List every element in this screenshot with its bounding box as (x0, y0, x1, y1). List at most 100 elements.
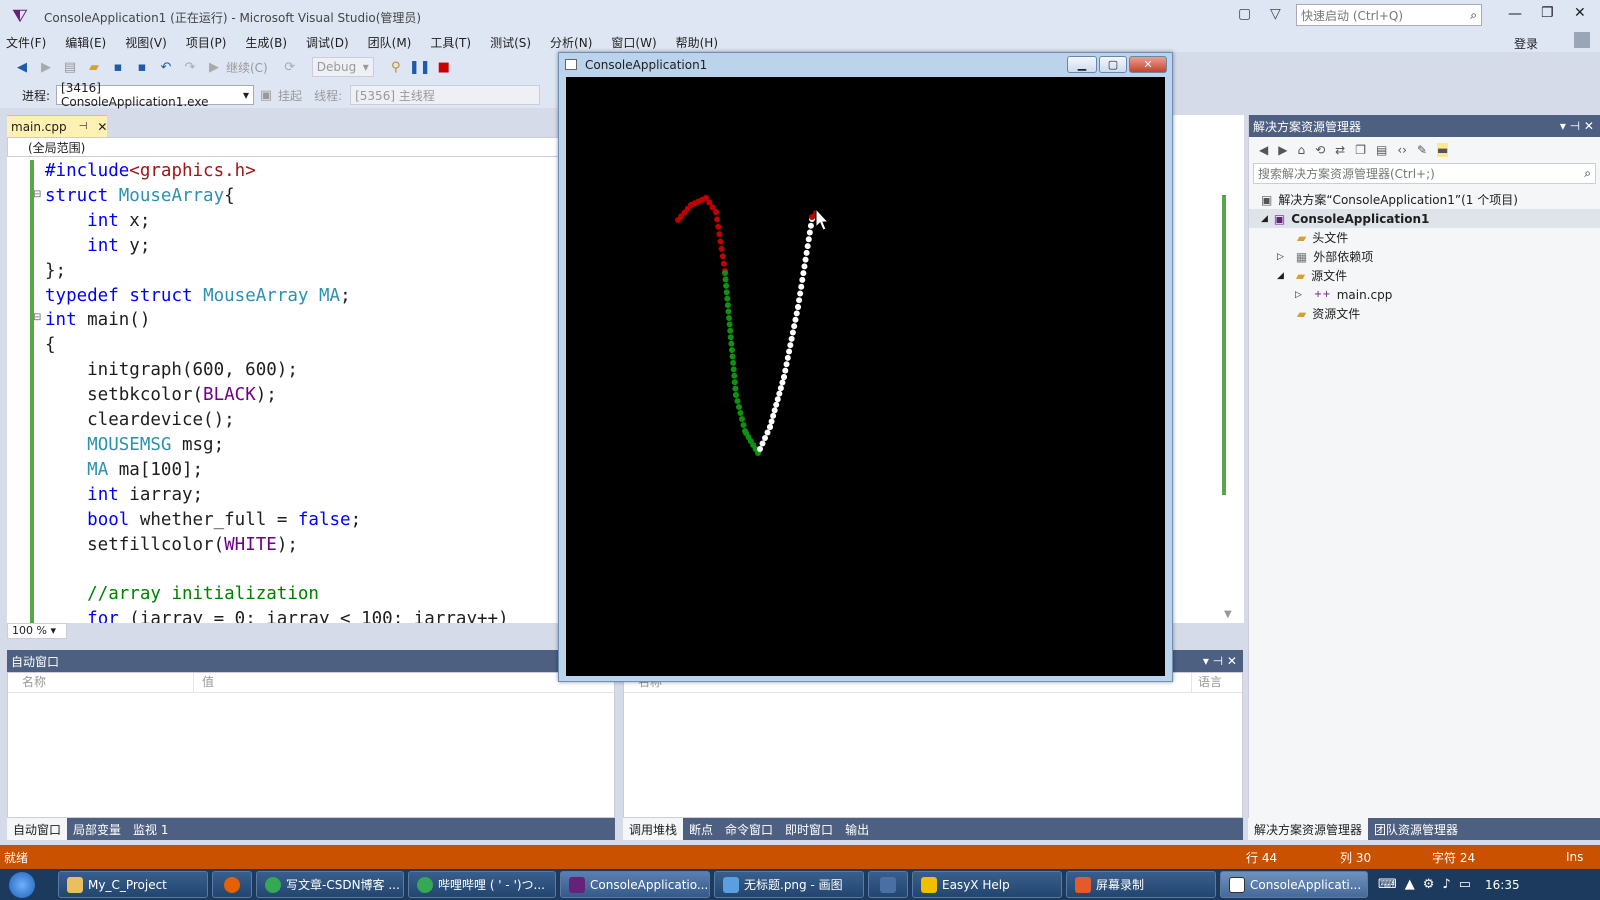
tab-immediate[interactable]: 即时窗口 (779, 821, 839, 838)
graphics-canvas[interactable] (566, 77, 1165, 676)
back-icon[interactable]: ◀ (14, 59, 30, 75)
config-select[interactable]: Debug ▾ (311, 57, 374, 77)
tab-autos[interactable]: 自动窗口 (7, 818, 68, 840)
collapse-main-icon[interactable]: ⊟ (33, 312, 41, 323)
col-value[interactable]: 值 (194, 673, 614, 692)
suspend-button[interactable]: 挂起 (278, 87, 302, 104)
notification-icon[interactable]: ▢ (1238, 6, 1251, 22)
user-avatar-icon[interactable] (1574, 32, 1590, 48)
menu-window[interactable]: 窗口(W) (611, 34, 656, 51)
redo-icon[interactable]: ↷ (182, 59, 198, 75)
code-editor[interactable]: #include<graphics.h> struct MouseArray{ … (7, 157, 560, 623)
popup-close-button[interactable]: ✕ (1129, 56, 1167, 73)
stop-icon[interactable]: ■ (436, 59, 452, 75)
solution-search-input[interactable]: 搜索解决方案资源管理器(Ctrl+;) ⌕ (1253, 163, 1596, 184)
menu-test[interactable]: 测试(S) (490, 34, 531, 51)
panel-controls-icon[interactable]: ▾ ⊣ ✕ (1560, 119, 1594, 133)
panel-controls-icon[interactable]: ▾ ⊣ ✕ (1203, 654, 1237, 668)
restore-button[interactable]: ❐ (1541, 5, 1554, 21)
play-icon[interactable]: ▶ (206, 59, 222, 75)
show-all-icon[interactable]: ▤ (1376, 143, 1387, 157)
undo-icon[interactable]: ↶ (158, 59, 174, 75)
forward-icon[interactable]: ▶ (1278, 143, 1287, 157)
filter-icon[interactable]: ▽ (1270, 6, 1281, 22)
zoom-select[interactable]: 100 % ▾ (7, 623, 67, 639)
menu-team[interactable]: 团队(M) (368, 34, 412, 51)
expand-icon[interactable]: ◢ (1261, 214, 1268, 224)
tree-resource-files[interactable]: ▰ 资源文件 (1249, 304, 1600, 323)
scroll-down-icon[interactable]: ▼ (1224, 609, 1232, 620)
tab-watch1[interactable]: 监视 1 (127, 821, 174, 838)
sync-icon[interactable]: ⟲ (1315, 143, 1325, 157)
tab-solution-explorer[interactable]: 解决方案资源管理器 (1248, 818, 1369, 840)
refresh-icon[interactable]: ⟳ (282, 59, 298, 75)
save-icon[interactable]: ▪ (110, 59, 126, 75)
menu-edit[interactable]: 编辑(E) (65, 34, 106, 51)
tab-main-cpp[interactable]: main.cpp ⊣ ✕ (7, 115, 107, 137)
col-lang[interactable]: 语言 (1190, 673, 1242, 692)
col-name[interactable]: 名称 (8, 673, 194, 692)
new-project-icon[interactable]: ▤ (62, 59, 78, 75)
refresh-icon[interactable]: ⇄ (1335, 143, 1345, 157)
task-paint[interactable]: 无标题.png - 画图 (714, 871, 864, 898)
thread-select[interactable]: [5356] 主线程 (350, 85, 541, 105)
task-screen-record[interactable]: 屏幕录制 (1066, 871, 1216, 898)
task-console-app[interactable]: ConsoleApplicati... (1220, 871, 1368, 898)
tab-close-icon[interactable]: ✕ (97, 120, 107, 134)
suspend-icon[interactable]: ▣ (258, 87, 274, 103)
pause-icon[interactable]: ❚❚ (409, 59, 431, 75)
menu-analyze[interactable]: 分析(N) (550, 34, 592, 51)
task-chrome-bilibili[interactable]: 哔哩哔哩 ( ' - ')つ... (408, 871, 556, 898)
collapse-all-icon[interactable]: ❐ (1355, 143, 1366, 157)
expand-icon[interactable]: ◢ (1277, 271, 1284, 281)
forward-icon[interactable]: ▶ (38, 59, 54, 75)
task-easyx-help[interactable]: EasyX Help (912, 871, 1062, 898)
tab-output[interactable]: 输出 (839, 821, 875, 838)
tray-icons[interactable]: ⌨▲⚙♪▭ (1378, 877, 1479, 892)
popup-minimize-button[interactable]: ▁ (1067, 56, 1097, 73)
tab-team-explorer[interactable]: 团队资源管理器 (1368, 821, 1464, 838)
scope-select[interactable]: (全局范围) (7, 137, 560, 157)
tree-source-files[interactable]: ◢ ▰ 源文件 (1249, 266, 1600, 285)
task-visual-studio[interactable]: ConsoleApplicatio... (560, 871, 710, 898)
save-all-icon[interactable]: ▪ (134, 59, 150, 75)
tree-solution[interactable]: ▣ 解决方案“ConsoleApplication1”(1 个项目) (1249, 190, 1600, 209)
open-folder-icon[interactable]: ▰ (86, 59, 102, 75)
continue-button[interactable]: 继续(C) (226, 59, 268, 76)
tab-callstack[interactable]: 调用堆栈 (623, 818, 684, 840)
tree-project[interactable]: ◢ ▣ ConsoleApplication1 (1249, 209, 1600, 228)
collapse-struct-icon[interactable]: ⊟ (33, 189, 41, 200)
tab-locals[interactable]: 局部变量 (67, 821, 127, 838)
tab-breakpoints[interactable]: 断点 (683, 821, 719, 838)
popup-maximize-button[interactable]: ▢ (1099, 56, 1127, 73)
menu-debug[interactable]: 调试(D) (306, 34, 349, 51)
start-button[interactable] (0, 869, 44, 900)
tree-external-deps[interactable]: ▷ ▦ 外部依赖项 (1249, 247, 1600, 266)
back-icon[interactable]: ◀ (1259, 143, 1268, 157)
code-view-icon[interactable]: ‹› (1397, 143, 1407, 157)
collapsed-arrow-icon[interactable]: ▷ (1277, 252, 1284, 262)
home-icon[interactable]: ⌂ (1297, 143, 1305, 157)
task-chrome-csdn[interactable]: 写文章-CSDN博客 ... (256, 871, 404, 898)
login-link[interactable]: 登录 (1514, 35, 1538, 52)
menu-file[interactable]: 文件(F) (6, 34, 46, 51)
preview-icon[interactable]: ▬ (1437, 143, 1449, 157)
task-folder[interactable]: My_C_Project (58, 871, 208, 898)
task-firefox[interactable] (212, 871, 252, 898)
close-button[interactable]: ✕ (1574, 5, 1586, 21)
collapsed-arrow-icon[interactable]: ▷ (1295, 290, 1302, 300)
console-app-titlebar[interactable]: ConsoleApplication1 ▁ ▢ ✕ (559, 53, 1172, 77)
menu-project[interactable]: 项目(P) (186, 34, 227, 51)
properties-icon[interactable]: ✎ (1417, 143, 1427, 157)
menu-tools[interactable]: 工具(T) (430, 34, 471, 51)
menu-view[interactable]: 视图(V) (125, 34, 167, 51)
tree-main-cpp[interactable]: ▷ ++ main.cpp (1249, 285, 1600, 304)
minimize-button[interactable]: — (1508, 6, 1522, 22)
tree-header-files[interactable]: ▰ 头文件 (1249, 228, 1600, 247)
quick-launch-input[interactable]: 快速启动 (Ctrl+Q) ⌕ (1296, 4, 1482, 26)
process-select[interactable]: [3416] ConsoleApplication1.exe ▾ (56, 81, 255, 109)
tab-command[interactable]: 命令窗口 (719, 821, 779, 838)
task-media[interactable] (868, 871, 908, 898)
find-icon[interactable]: ⚲ (388, 59, 404, 75)
console-app-window[interactable]: ConsoleApplication1 ▁ ▢ ✕ (558, 52, 1173, 682)
